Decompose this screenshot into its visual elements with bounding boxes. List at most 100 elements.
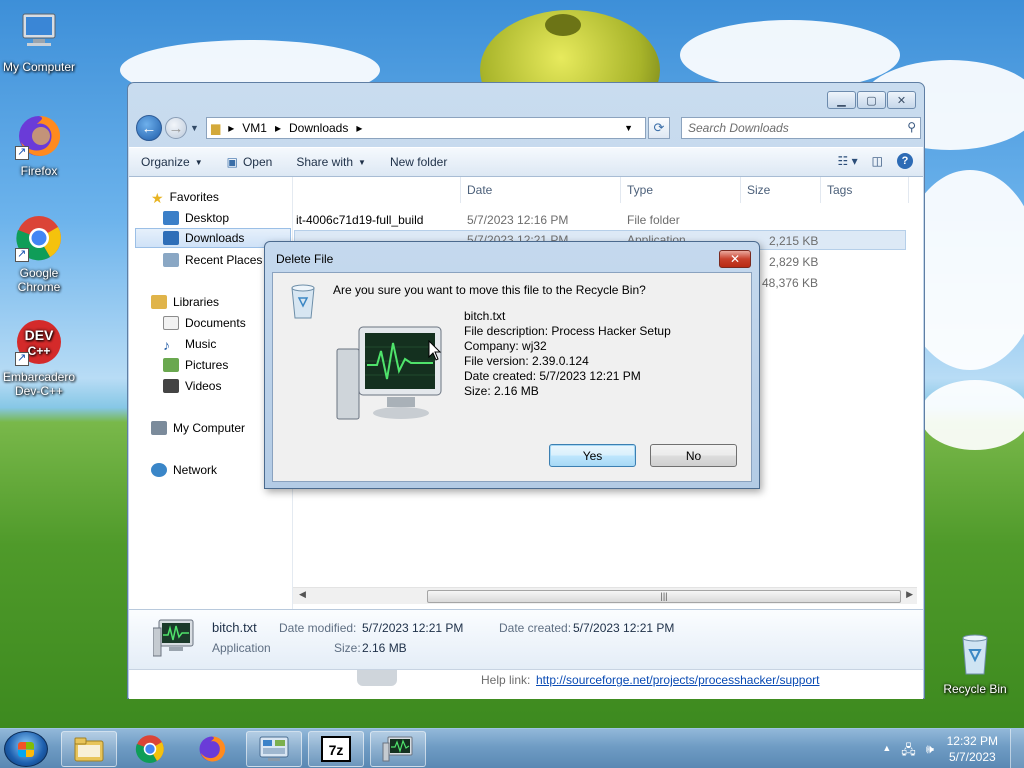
- file-row-name[interactable]: it-4006c71d19-full_build: [296, 213, 423, 227]
- network-icon: [151, 463, 167, 477]
- nav-pictures[interactable]: Pictures: [163, 355, 228, 375]
- dialog-close-button[interactable]: ✕: [719, 250, 751, 268]
- minimize-button[interactable]: ▁: [827, 91, 856, 109]
- nav-documents[interactable]: Documents: [163, 313, 246, 333]
- column-label: Type: [627, 183, 654, 197]
- help-link[interactable]: http://sourceforge.net/projects/processh…: [536, 673, 819, 687]
- nav-label: Desktop: [185, 211, 230, 225]
- taskbar-7zip-button[interactable]: 7z: [308, 731, 364, 767]
- file-info-name: bitch.txt: [464, 309, 506, 323]
- refresh-button[interactable]: ⟳: [648, 117, 670, 139]
- clock[interactable]: 12:32 PM 5/7/2023: [947, 733, 998, 765]
- network-icon[interactable]: 🖧: [901, 741, 916, 763]
- breadcrumb-item[interactable]: VM1: [242, 121, 267, 135]
- mouse-cursor-icon: [428, 340, 442, 361]
- horizontal-scrollbar[interactable]: ◀ ||| ▶: [293, 587, 917, 604]
- nav-favorites[interactable]: ★ Favorites: [151, 187, 219, 207]
- nav-label: Pictures: [185, 358, 229, 372]
- svg-text:C++: C++: [28, 344, 51, 358]
- svg-text:DEV: DEV: [25, 327, 54, 343]
- volume-icon[interactable]: 🕪: [926, 741, 934, 763]
- navigation-bar: ← → ▼ ▆ ▸ VM1 ▸ Downloads ▸ ▼ ⟳ Search D…: [136, 115, 921, 141]
- address-dropdown-icon[interactable]: ▼: [624, 123, 633, 133]
- recent-pages-icon[interactable]: ▼: [190, 123, 199, 133]
- application-icon: [357, 670, 397, 686]
- help-icon[interactable]: ?: [897, 153, 913, 169]
- nav-label: Network: [173, 463, 218, 477]
- close-button[interactable]: ✕: [887, 91, 916, 109]
- show-desktop-button[interactable]: [1010, 729, 1024, 768]
- column-label: Date: [467, 183, 493, 197]
- column-header-name[interactable]: [294, 177, 461, 203]
- details-size-value: 2.16 MB: [362, 641, 407, 655]
- computer-icon: [151, 421, 167, 435]
- show-hidden-icons-icon[interactable]: ▲: [882, 743, 891, 763]
- yes-button[interactable]: Yes: [549, 444, 636, 467]
- details-size-label: Size:: [334, 641, 361, 655]
- scrollbar-thumb[interactable]: |||: [427, 590, 901, 603]
- preview-pane-icon[interactable]: ◫: [872, 154, 883, 168]
- desktop-icon-dev-cpp[interactable]: DEVC++ Embarcadero Dev-C++: [0, 318, 78, 398]
- taskbar-chrome-button[interactable]: [122, 731, 178, 767]
- breadcrumb-item[interactable]: Downloads: [289, 121, 348, 135]
- open-button[interactable]: ▣ Open: [215, 155, 285, 169]
- application-icon: [152, 618, 197, 661]
- file-row-date: 5/7/2023 12:16 PM: [467, 213, 569, 227]
- application-icon: [382, 736, 413, 762]
- new-folder-button[interactable]: New folder: [378, 155, 459, 169]
- wallpaper-figure-detail: [545, 14, 581, 36]
- shortcut-arrow-icon: [15, 145, 29, 160]
- nav-desktop[interactable]: Desktop: [163, 208, 229, 228]
- column-header-date[interactable]: Date: [461, 177, 621, 203]
- desktop-icon: [163, 211, 179, 225]
- forward-button[interactable]: →: [165, 117, 187, 139]
- recycle-bin-icon: [951, 630, 999, 678]
- nav-my-computer[interactable]: My Computer: [151, 418, 245, 438]
- open-label: Open: [242, 155, 273, 169]
- taskbar-control-panel-button[interactable]: [246, 731, 302, 767]
- maximize-button[interactable]: ▢: [857, 91, 886, 109]
- organize-button[interactable]: Organize ▼: [129, 155, 215, 169]
- libraries-icon: [151, 295, 167, 309]
- chevron-right-icon: ▸: [228, 121, 235, 135]
- cloud: [680, 20, 900, 90]
- nav-label: Libraries: [173, 295, 220, 309]
- column-header-tags[interactable]: Tags: [821, 177, 909, 203]
- desktop-icon-firefox[interactable]: Firefox: [0, 112, 78, 178]
- scroll-left-icon[interactable]: ◀: [299, 589, 306, 600]
- view-icon[interactable]: ☷ ▾: [838, 154, 858, 168]
- details-created-label: Date created:: [499, 621, 572, 635]
- column-header-size[interactable]: Size: [741, 177, 821, 203]
- file-info-created: Date created: 5/7/2023 12:21 PM: [464, 369, 641, 383]
- shortcut-arrow-icon: [15, 247, 29, 262]
- file-info-size: Size: 2.16 MB: [464, 384, 539, 398]
- desktop-icon-recycle-bin[interactable]: Recycle Bin: [936, 630, 1014, 696]
- nav-label: My Computer: [173, 421, 246, 435]
- taskbar-process-hacker-button[interactable]: [370, 731, 426, 767]
- desktop-icon-google-chrome[interactable]: Google Chrome: [0, 214, 78, 294]
- share-with-button[interactable]: Share with ▼: [284, 155, 378, 169]
- start-button[interactable]: [4, 731, 48, 767]
- taskbar: 7z ▲ 🖧 🕪 12:32 PM 5/7/2023: [0, 728, 1024, 768]
- nav-libraries[interactable]: Libraries: [151, 292, 219, 312]
- taskbar-firefox-button[interactable]: [184, 731, 240, 767]
- firefox-icon: [199, 736, 226, 762]
- nav-recent-places[interactable]: Recent Places: [163, 250, 262, 270]
- nav-videos[interactable]: Videos: [163, 376, 221, 396]
- file-info-company: Company: wj32: [464, 339, 547, 353]
- desktop-icon-my-computer[interactable]: My Computer: [0, 8, 78, 74]
- nav-network[interactable]: Network: [151, 460, 217, 480]
- details-created-value: 5/7/2023 12:21 PM: [573, 621, 675, 635]
- search-input[interactable]: Search Downloads ⚲: [681, 117, 921, 139]
- column-header-type[interactable]: Type: [621, 177, 741, 203]
- search-icon[interactable]: ⚲: [907, 120, 916, 134]
- firefox-icon: [15, 112, 63, 160]
- back-button[interactable]: ←: [136, 115, 162, 141]
- nav-music[interactable]: ♪ Music: [163, 334, 216, 354]
- taskbar-explorer-button[interactable]: [61, 731, 117, 767]
- recycle-bin-icon: [289, 283, 317, 322]
- address-bar[interactable]: ▆ ▸ VM1 ▸ Downloads ▸ ▼: [206, 117, 646, 139]
- scroll-right-icon[interactable]: ▶: [906, 589, 913, 600]
- delete-file-dialog[interactable]: Delete File ✕ Are you sure you want to m…: [264, 241, 760, 489]
- no-button[interactable]: No: [650, 444, 737, 467]
